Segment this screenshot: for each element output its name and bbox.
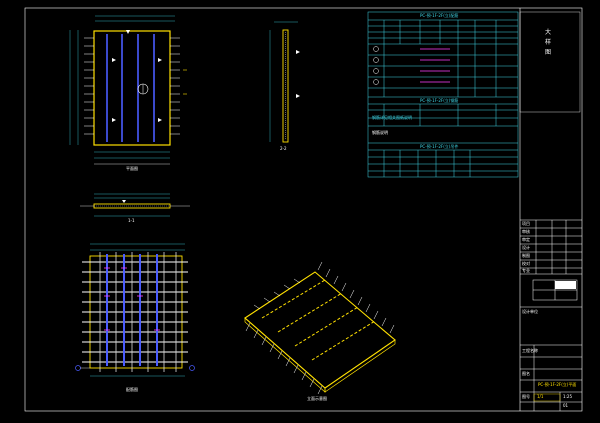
title-block-logo-fill bbox=[555, 281, 576, 289]
sheet-frame bbox=[24, 7, 583, 412]
rebar-plan-label: 配筋图 bbox=[126, 387, 138, 392]
plan-view-label: 平面图 bbox=[126, 166, 138, 171]
plan-view bbox=[69, 15, 187, 165]
side-note-line1: 大 bbox=[545, 29, 552, 36]
table3-title: PC-预-1F-2F(立)吊件 bbox=[420, 144, 459, 149]
section-2-2-view bbox=[269, 21, 300, 143]
tb-scale: 1:25 bbox=[563, 394, 572, 399]
grid-axis-bubble-left bbox=[75, 365, 81, 371]
iso-view-label: 立面示意图 bbox=[307, 396, 327, 401]
cad-drawing-sheet: { "views": { "top_plan_label": "平面图", "s… bbox=[0, 0, 600, 423]
section-1-1-view bbox=[80, 193, 190, 217]
table2-title: PC-预-1F-2F(立)钢筋 bbox=[420, 98, 459, 103]
table1-title: PC-预-1F-2F(立)配筋 bbox=[420, 13, 459, 18]
tb-field-d: 图号 bbox=[522, 394, 530, 399]
isometric-view bbox=[244, 261, 396, 395]
tb-field-c: 图名 bbox=[522, 371, 530, 376]
tb-project-no: 1/1 bbox=[537, 394, 544, 399]
section-2-2-label: 2-2 bbox=[280, 146, 287, 151]
drawing-svg bbox=[24, 7, 583, 412]
rebar-notes: 钢筋详见相关图纸说明 bbox=[372, 115, 412, 120]
side-note-line3: 图 bbox=[545, 49, 552, 56]
side-note-line2: 样 bbox=[545, 39, 552, 46]
tb-row-2: 审定 bbox=[522, 237, 530, 242]
section-1-1-label: 1-1 bbox=[128, 218, 135, 223]
plan-slab-outline bbox=[93, 30, 171, 146]
tb-row-5: 校对 bbox=[522, 261, 530, 266]
tb-field-a: 设计单位 bbox=[522, 309, 538, 314]
tb-row-0: 项目 bbox=[522, 221, 530, 226]
schedule-tables bbox=[367, 11, 519, 178]
tb-sheet-no: 01 bbox=[563, 403, 569, 408]
tb-row-4: 制图 bbox=[522, 253, 530, 258]
tb-field-b: 工程名称 bbox=[522, 348, 538, 353]
rebar-caption: 钢筋说明 bbox=[372, 130, 388, 135]
tb-row-1: 审核 bbox=[522, 229, 530, 234]
rebar-grid-view bbox=[75, 243, 195, 377]
tb-drawing-name: PC-预-1F-2F(立)平面 bbox=[538, 382, 577, 387]
grid-axis-bubble-right bbox=[189, 365, 195, 371]
tb-row-6: 专业 bbox=[522, 268, 530, 273]
tb-row-3: 设计 bbox=[522, 245, 530, 250]
